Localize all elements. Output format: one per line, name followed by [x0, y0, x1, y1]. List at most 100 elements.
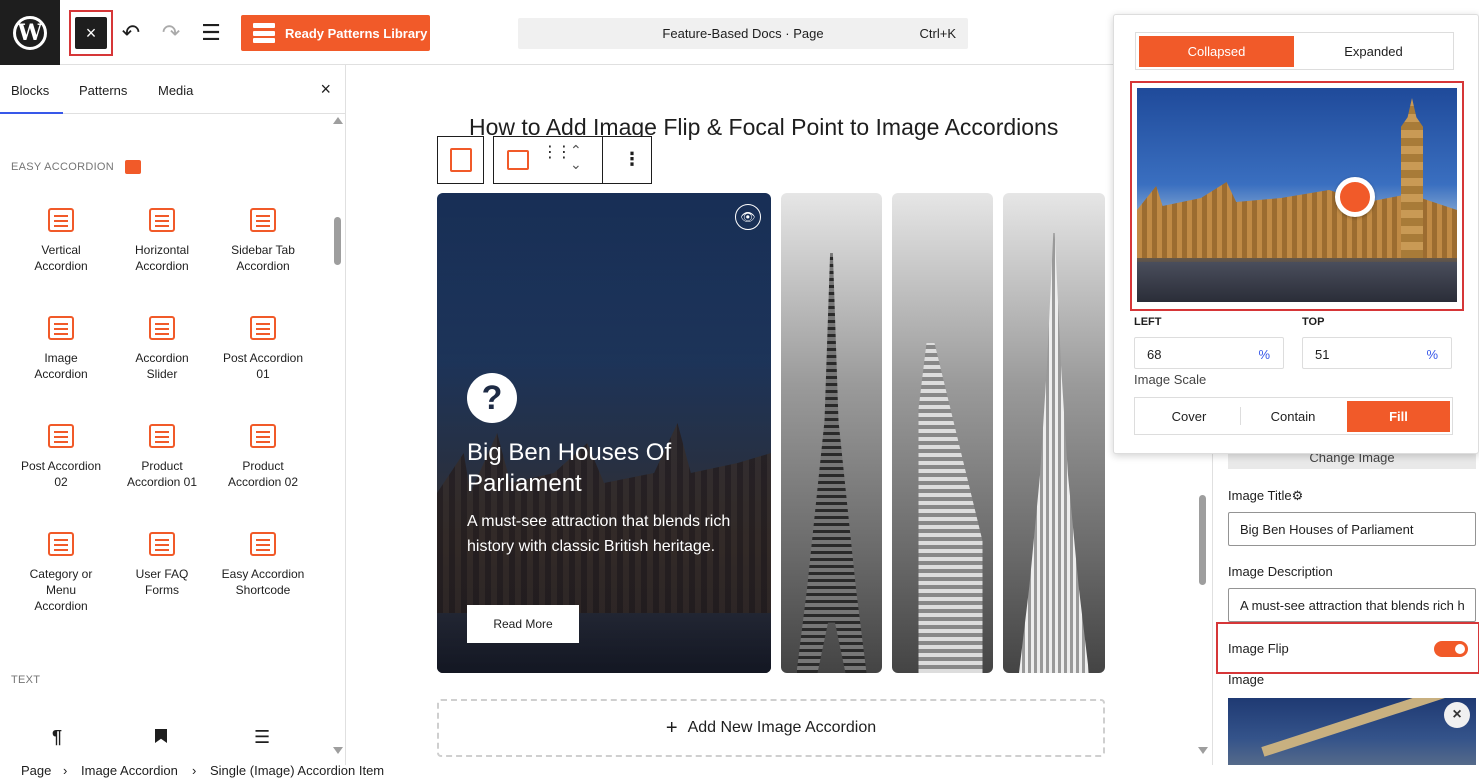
add-new-image-accordion-button[interactable]: + Add New Image Accordion: [437, 699, 1105, 757]
collapsed-option[interactable]: Collapsed: [1139, 36, 1294, 67]
breadcrumb-page[interactable]: Page: [21, 763, 51, 778]
block-item-faq-forms[interactable]: User FAQ Forms: [112, 532, 212, 598]
block-item-label: Horizontal Accordion: [134, 243, 190, 273]
drag-handle-icon[interactable]: ⋮⋮: [542, 145, 572, 161]
tab-patterns[interactable]: Patterns: [79, 83, 127, 98]
focal-point-image[interactable]: [1137, 88, 1457, 302]
image-accordion-icon: [450, 148, 472, 172]
big-ben-tower: [1401, 98, 1423, 258]
block-item-post-accordion[interactable]: Post Accordion 01: [213, 316, 313, 382]
bookmark-icon[interactable]: [155, 729, 167, 743]
block-item-product-accordion[interactable]: Product Accordion 01: [112, 424, 212, 490]
block-item-label: Vertical Accordion: [34, 243, 88, 273]
tab-blocks[interactable]: Blocks: [11, 83, 49, 98]
block-breadcrumb: Page › Image Accordion › Single (Image) …: [0, 763, 1479, 778]
image-description-field[interactable]: A must-see attraction that blends rich h: [1228, 588, 1476, 622]
top-value: 51: [1315, 347, 1330, 362]
block-item-sidebar-tab-accordion[interactable]: Sidebar Tab Accordion: [213, 208, 313, 274]
image-accordion-icon: [48, 316, 74, 340]
breadcrumb-accordion-item[interactable]: Single (Image) Accordion Item: [210, 763, 384, 778]
shortcode-icon: [250, 532, 276, 556]
image-title-label: Image Title⚙: [1228, 488, 1303, 504]
focal-left-input[interactable]: 68 %: [1134, 337, 1284, 369]
block-item-shortcode[interactable]: Easy Accordion Shortcode: [213, 532, 313, 598]
focal-point-handle[interactable]: [1334, 177, 1375, 218]
focal-point-popover: Collapsed Expanded LEFT TOP 68 % 51 % Im…: [1113, 14, 1479, 454]
undo-icon[interactable]: ↶: [118, 20, 144, 46]
block-inserter-panel: Blocks Patterns Media × EASY ACCORDION V…: [0, 65, 346, 765]
block-item-post-accordion-2[interactable]: Post Accordion 02: [11, 424, 111, 490]
vertical-accordion-icon: [48, 208, 74, 232]
image-flip-row: Image Flip: [1216, 622, 1479, 674]
expanded-option[interactable]: Expanded: [1296, 36, 1451, 67]
block-options-button[interactable]: ⋮: [602, 136, 652, 184]
close-panel-icon[interactable]: ×: [320, 79, 331, 100]
eye-icon[interactable]: 👁: [735, 204, 761, 230]
paragraph-icon[interactable]: ¶: [52, 727, 62, 748]
inserter-scrollbar[interactable]: [333, 117, 343, 757]
canvas-scroll-down-icon[interactable]: [1198, 747, 1208, 754]
block-item-horizontal-accordion[interactable]: Horizontal Accordion: [112, 208, 212, 274]
accordion-card-burj-al-arab[interactable]: [892, 193, 993, 673]
list-icon[interactable]: ☰: [254, 727, 270, 748]
plus-icon: +: [665, 716, 678, 739]
category-easy-accordion: EASY ACCORDION: [11, 160, 142, 174]
category-label: EASY ACCORDION: [11, 160, 115, 173]
accordion-card-burj-khalifa[interactable]: [1003, 193, 1105, 673]
image-flip-label: Image Flip: [1228, 641, 1289, 656]
list-view-icon[interactable]: ☰: [198, 20, 224, 46]
category-accordion-icon: [48, 532, 74, 556]
focal-top-input[interactable]: 51 %: [1302, 337, 1452, 369]
horizontal-accordion-icon: [149, 208, 175, 232]
image-title-field[interactable]: Big Ben Houses of Parliament: [1228, 512, 1476, 546]
close-inserter-button[interactable]: ×: [75, 17, 107, 49]
cover-option[interactable]: Cover: [1138, 401, 1240, 432]
parent-block-button[interactable]: [437, 136, 484, 184]
accordion-card-big-ben[interactable]: 👁 ? Big Ben Houses Of Parliament A must-…: [437, 193, 771, 673]
image-icon[interactable]: [507, 150, 529, 170]
post-accordion-icon: [250, 316, 276, 340]
image-flip-toggle[interactable]: [1434, 641, 1468, 657]
close-icon: ×: [85, 22, 97, 43]
command-palette-bar[interactable]: Feature-Based Docs · Page Ctrl+K: [518, 18, 968, 49]
gear-icon[interactable]: ⚙: [1292, 488, 1304, 503]
toggle-knob: [1455, 644, 1465, 654]
product-accordion-icon: [149, 424, 175, 448]
block-item-vertical-accordion[interactable]: Vertical Accordion: [11, 208, 111, 274]
breadcrumb-image-accordion[interactable]: Image Accordion: [81, 763, 178, 778]
left-value: 68: [1147, 347, 1162, 362]
block-item-label: Product Accordion 02: [227, 459, 299, 489]
scroll-up-icon[interactable]: [333, 117, 343, 124]
image-preview-shape: [1261, 698, 1455, 757]
top-label: TOP: [1302, 316, 1325, 328]
bridge-road: [1137, 262, 1457, 302]
canvas-scrollbar-thumb[interactable]: [1199, 495, 1206, 585]
read-more-button[interactable]: Read More: [467, 605, 579, 643]
breadcrumb-separator: ›: [192, 763, 197, 778]
block-item-accordion-slider[interactable]: Accordion Slider: [112, 316, 212, 382]
scroll-down-icon[interactable]: [333, 747, 343, 754]
block-item-product-accordion-2[interactable]: Product Accordion 02: [213, 424, 313, 490]
block-item-category-accordion[interactable]: Category or Menu Accordion: [11, 532, 111, 614]
post-accordion-2-icon: [48, 424, 74, 448]
block-item-image-accordion[interactable]: Image Accordion: [11, 316, 111, 382]
editor-canvas: How to Add Image Flip & Focal Point to I…: [346, 65, 1212, 765]
burj-al-arab-image: [918, 343, 983, 673]
remove-image-icon[interactable]: ×: [1444, 702, 1470, 728]
move-up-down-icon[interactable]: ⌃ ⌄: [570, 143, 582, 171]
image-label: Image: [1228, 672, 1265, 687]
burj-khalifa-image: [1019, 233, 1089, 673]
mode-toggle-group: Collapsed Expanded: [1135, 32, 1454, 70]
accordion-card-eiffel-tower[interactable]: [781, 193, 882, 673]
accordion-slider-icon: [149, 316, 175, 340]
fill-option[interactable]: Fill: [1347, 401, 1450, 432]
wordpress-logo-icon: W: [13, 15, 47, 50]
ready-patterns-library-button[interactable]: Ready Patterns Library: [241, 15, 430, 51]
tab-media[interactable]: Media: [158, 83, 193, 98]
scrollbar-thumb[interactable]: [334, 217, 341, 265]
product-accordion-2-icon: [250, 424, 276, 448]
redo-icon[interactable]: ↷: [158, 20, 184, 46]
image-preview[interactable]: ×: [1228, 698, 1476, 765]
wordpress-logo[interactable]: W: [0, 0, 60, 65]
contain-option[interactable]: Contain: [1242, 401, 1344, 432]
